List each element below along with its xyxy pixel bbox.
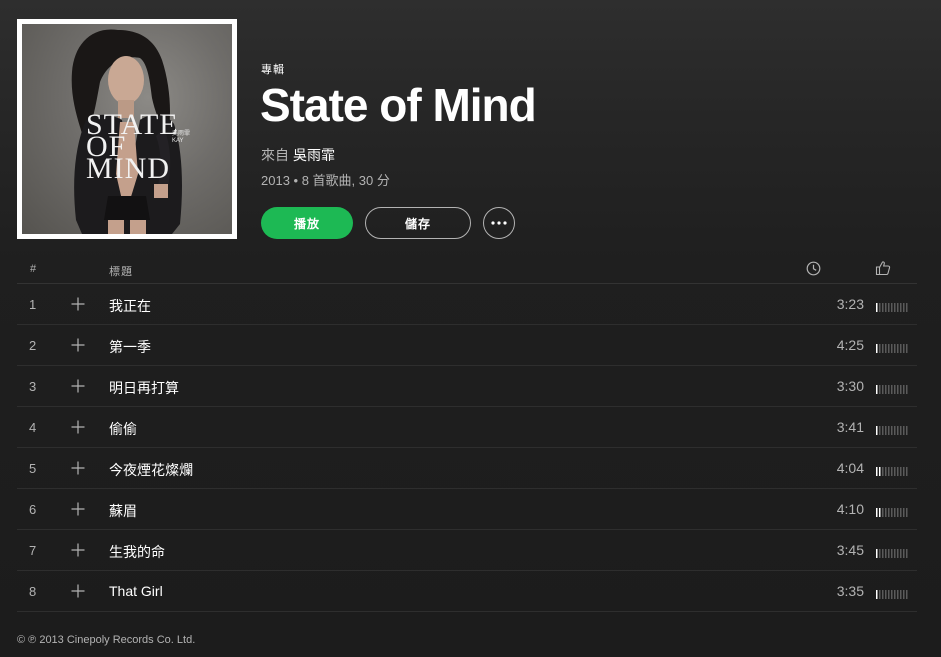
by-prefix: 來自	[261, 147, 289, 163]
track-number: 4	[29, 420, 37, 435]
cover-title-line3: MIND	[86, 152, 170, 185]
album-cover-art: STATE OF MIND 吳雨霏 KAY	[22, 24, 232, 234]
track-duration: 3:41	[836, 419, 864, 435]
track-number: 2	[29, 338, 37, 353]
popularity-bar	[876, 299, 908, 312]
track-duration: 4:10	[836, 501, 864, 517]
album-header: STATE OF MIND 吳雨霏 KAY 專輯 State of Mind 來…	[17, 19, 927, 239]
track-duration: 4:04	[836, 460, 864, 476]
more-options-button[interactable]	[483, 207, 515, 239]
artist-link[interactable]: 吳雨霏	[293, 147, 335, 163]
track-title[interactable]: That Girl	[109, 583, 163, 599]
save-button[interactable]: 儲存	[365, 207, 471, 239]
track-row[interactable]: 8 That Girl 3:35	[17, 571, 917, 612]
album-by-line: 來自 吳雨霏	[261, 145, 335, 165]
popularity-bar	[876, 545, 908, 558]
track-row[interactable]: 6 蘇眉 4:10	[17, 489, 917, 530]
track-duration: 3:23	[836, 296, 864, 312]
album-type-label: 專輯	[261, 64, 285, 76]
track-title[interactable]: 蘇眉	[109, 501, 137, 521]
clock-icon[interactable]	[806, 261, 821, 279]
album-title: State of Mind	[260, 79, 537, 131]
track-number: 7	[29, 543, 37, 558]
track-row[interactable]: 7 生我的命 3:45	[17, 530, 917, 571]
ellipsis-icon	[491, 221, 507, 225]
tracklist-header: # 標題	[17, 254, 917, 284]
thumbs-up-icon[interactable]	[875, 260, 891, 279]
track-title[interactable]: 明日再打算	[109, 378, 179, 398]
track-number: 5	[29, 461, 37, 476]
add-icon[interactable]	[71, 420, 85, 434]
popularity-bar	[876, 340, 908, 353]
add-icon[interactable]	[71, 297, 85, 311]
popularity-bar	[876, 422, 908, 435]
popularity-bar	[876, 463, 908, 476]
popularity-bar	[876, 504, 908, 517]
track-row[interactable]: 1 我正在 3:23	[17, 284, 917, 325]
popularity-bar	[876, 586, 908, 599]
track-duration: 3:30	[836, 378, 864, 394]
play-button[interactable]: 播放	[261, 207, 353, 239]
add-icon[interactable]	[71, 461, 85, 475]
cover-artist-en: KAY	[172, 138, 184, 144]
track-rows: 1 我正在 3:23 2 第一季 4:25 3 明日再打算 3:30 4 偷偷 3:41 5 今夜煙花燦爛…	[17, 284, 917, 612]
add-icon[interactable]	[71, 543, 85, 557]
track-title[interactable]: 第一季	[109, 337, 151, 357]
track-title[interactable]: 今夜煙花燦爛	[109, 460, 193, 480]
album-cover[interactable]: STATE OF MIND 吳雨霏 KAY	[17, 19, 237, 239]
add-icon[interactable]	[71, 502, 85, 516]
track-number: 1	[29, 297, 37, 312]
track-duration: 4:25	[836, 337, 864, 353]
add-icon[interactable]	[71, 338, 85, 352]
track-duration: 3:45	[836, 542, 864, 558]
tracklist: # 標題 1 我正在 3:23 2 第一季 4:25 3 明日再打算 3:30 4 偷偷 3:41 5 今…	[17, 254, 917, 612]
cover-artist-cn: 吳雨霏	[172, 131, 191, 137]
column-title[interactable]: 標題	[109, 263, 133, 279]
track-number: 6	[29, 502, 37, 517]
track-row[interactable]: 2 第一季 4:25	[17, 325, 917, 366]
track-row[interactable]: 4 偷偷 3:41	[17, 407, 917, 448]
track-number: 3	[29, 379, 37, 394]
album-stats: 2013 • 8 首歌曲, 30 分	[261, 173, 390, 188]
popularity-bar	[876, 381, 908, 394]
column-number: #	[30, 263, 37, 275]
track-title[interactable]: 生我的命	[109, 542, 165, 562]
add-icon[interactable]	[71, 379, 85, 393]
track-row[interactable]: 3 明日再打算 3:30	[17, 366, 917, 407]
track-row[interactable]: 5 今夜煙花燦爛 4:04	[17, 448, 917, 489]
track-duration: 3:35	[836, 583, 864, 599]
track-title[interactable]: 偷偷	[109, 419, 137, 439]
track-number: 8	[29, 584, 37, 599]
track-title[interactable]: 我正在	[109, 296, 151, 316]
add-icon[interactable]	[71, 584, 85, 598]
copyright-footer: © ℗ 2013 Cinepoly Records Co. Ltd.	[17, 634, 196, 646]
